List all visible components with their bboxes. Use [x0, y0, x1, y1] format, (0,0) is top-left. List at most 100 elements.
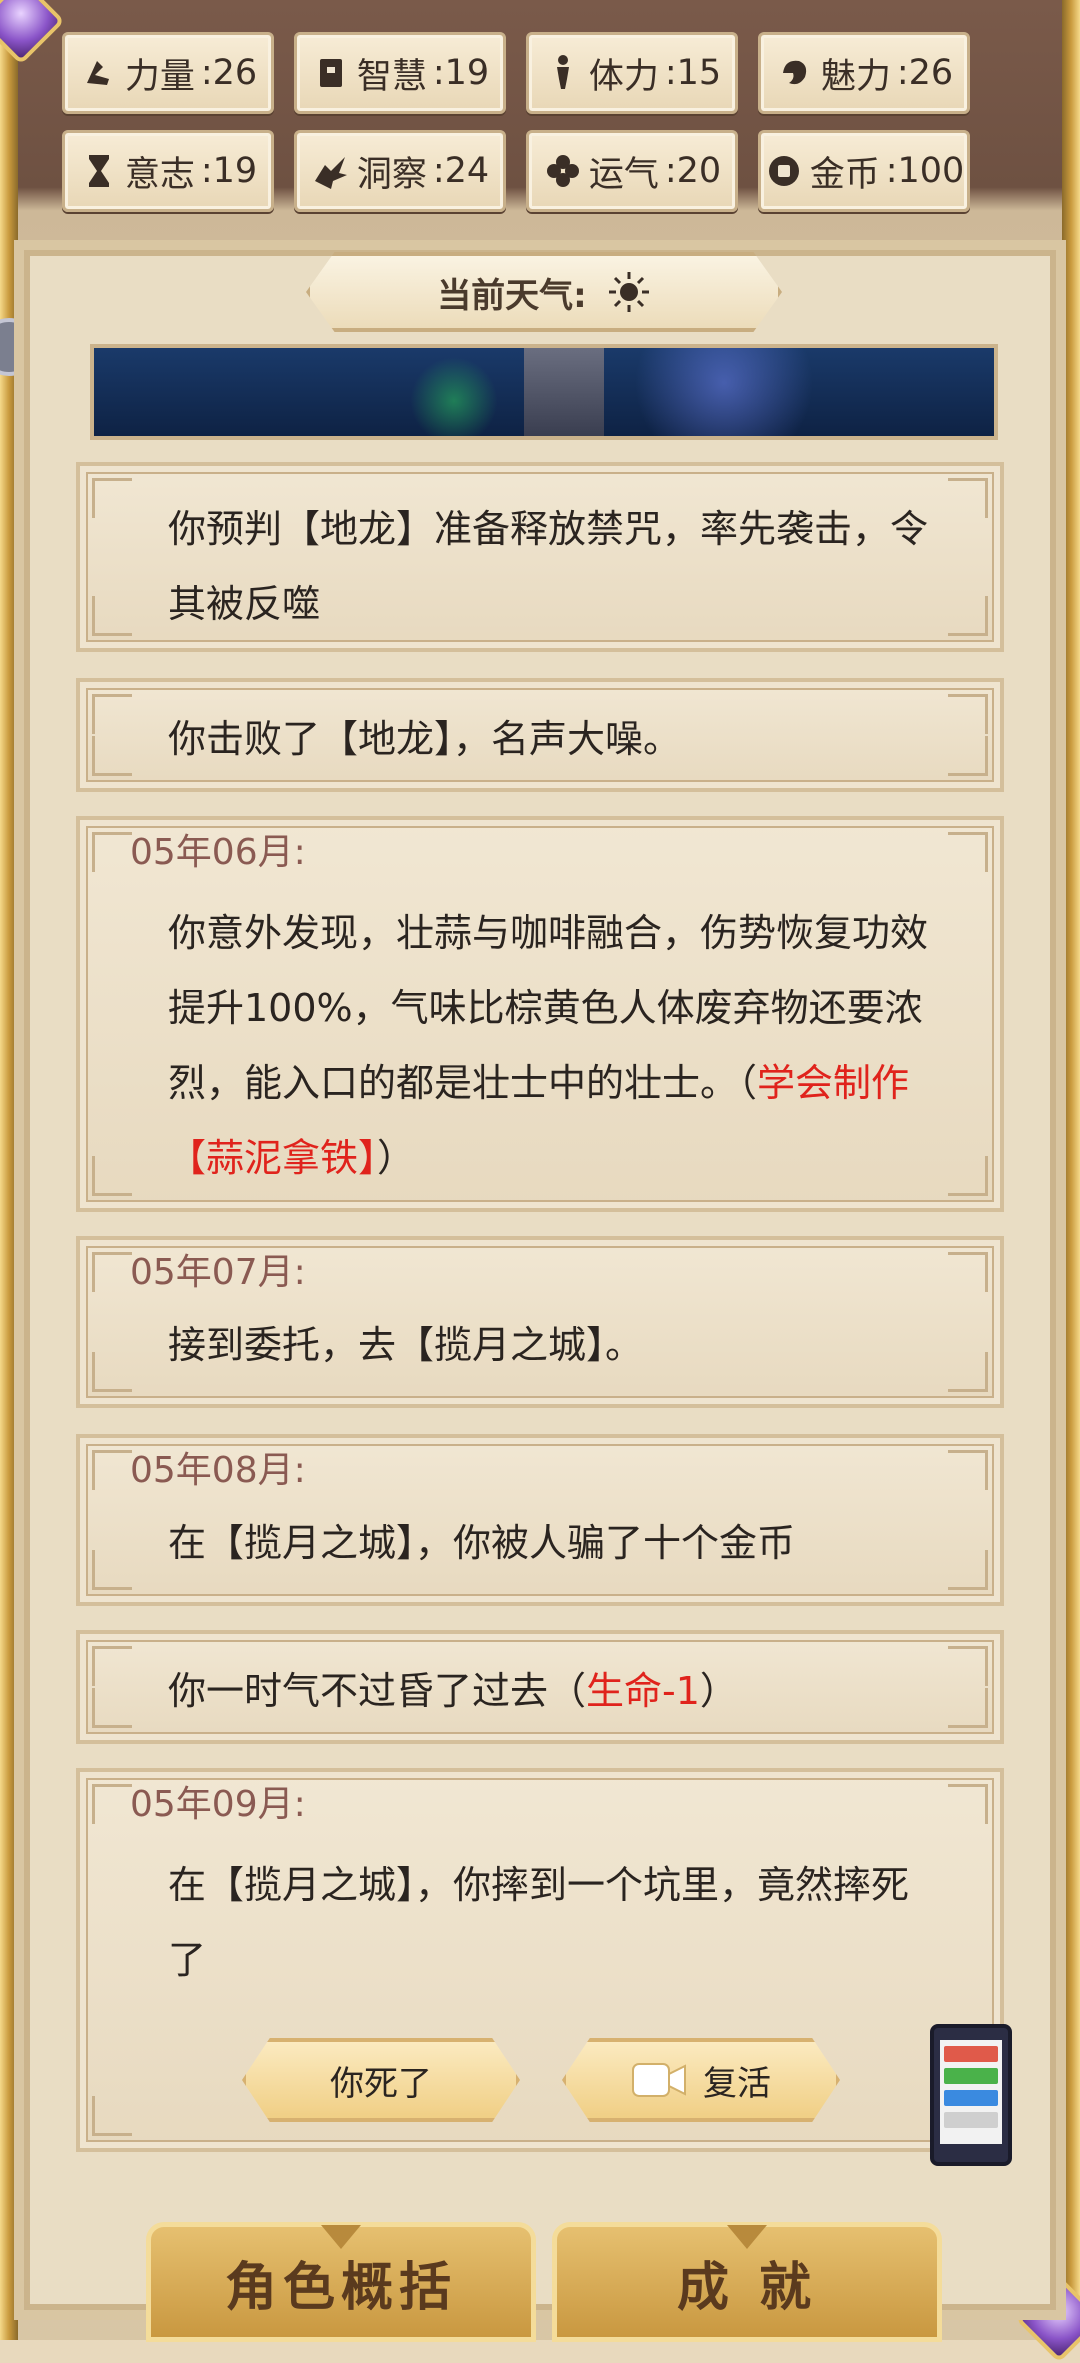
stat-label: 意志: [124, 154, 195, 195]
corner-ornament: [948, 736, 988, 776]
corner-ornament: [948, 1252, 988, 1292]
event-date: 05年08月:: [130, 1450, 306, 1491]
corner-ornament: [948, 478, 988, 518]
stat-label: 魅力: [820, 56, 891, 97]
stat-value: :26: [200, 53, 258, 93]
event-text: 在【揽月之城】，你摔到一个坑里，竟然摔死了: [168, 1863, 910, 1982]
event-text: 你一时气不过昏了过去（生命-1）: [168, 1654, 940, 1729]
tab-achievement[interactable]: 成 就: [552, 2222, 942, 2342]
stat-stamina: 体力:15: [526, 32, 738, 114]
stat-label: 运气: [588, 154, 659, 195]
corner-ornament: [92, 1646, 132, 1686]
event-text: 你预判【地龙】准备释放禁咒，率先袭击，令其被反噬: [168, 507, 929, 626]
eagle-icon: [314, 157, 347, 189]
stat-label: 金币: [809, 154, 880, 195]
corner-ornament: [948, 1156, 988, 1196]
coin-icon: [768, 156, 799, 186]
event-card: 05年09月: 在【揽月之城】，你摔到一个坑里，竟然摔死了: [76, 1768, 1004, 2152]
revive-label: 复活: [703, 2063, 771, 2104]
phone-widget-icon[interactable]: [930, 2024, 1012, 2166]
corner-ornament: [948, 1352, 988, 1392]
corner-ornament: [92, 1550, 132, 1590]
stat-label: 力量: [124, 56, 195, 97]
stat-label: 洞察: [356, 154, 427, 195]
corner-ornament: [92, 832, 132, 872]
corner-ornament: [92, 1156, 132, 1196]
character-figure: [524, 348, 604, 436]
corner-ornament: [948, 1550, 988, 1590]
event-text: 你意外发现，壮蒜与咖啡融合，伤势恢复功效提升100%，气味比棕黄色人体废弃物还要…: [168, 896, 940, 1196]
stat-value: :20: [664, 151, 722, 191]
weather-banner: 当前天气:: [306, 252, 782, 332]
stat-gold: 金币:100: [758, 130, 970, 212]
corner-ornament: [92, 478, 132, 518]
you-died-button[interactable]: 你死了: [242, 2038, 520, 2122]
phone-screen-bar: [944, 2112, 998, 2128]
phone-screen-bar: [944, 2090, 998, 2106]
tab-label: 成 就: [676, 2257, 818, 2318]
corner-ornament: [92, 1352, 132, 1392]
event-text: 你击败了【地龙】，名声大噪。: [168, 717, 682, 761]
event-card: 你击败了【地龙】，名声大噪。: [76, 678, 1004, 792]
stat-value: :19: [200, 151, 258, 191]
stat-strength: 力量:26: [62, 32, 274, 114]
event-text-main: 你一时气不过昏了过去（: [168, 1669, 587, 1713]
clover-icon: [546, 155, 579, 187]
corner-ornament: [92, 736, 132, 776]
scene-image: [90, 344, 998, 440]
event-card: 你一时气不过昏了过去（生命-1）: [76, 1630, 1004, 1744]
event-card: 05年06月: 你意外发现，壮蒜与咖啡融合，伤势恢复功效提升100%，气味比棕黄…: [76, 816, 1004, 1212]
corner-ornament: [948, 1688, 988, 1728]
event-text-after: ）: [377, 1136, 416, 1180]
tab-label: 角色概括: [224, 2257, 457, 2318]
event-card: 05年08月: 在【揽月之城】，你被人骗了十个金币: [76, 1434, 1004, 1606]
event-text: 在【揽月之城】，你被人骗了十个金币: [168, 1521, 796, 1565]
event-text: 接到委托，去【揽月之城】。: [168, 1323, 644, 1367]
stat-value: :19: [432, 53, 490, 93]
phone-screen: [940, 2040, 1002, 2144]
corner-ornament: [92, 1688, 132, 1728]
stats-panel: 力量:26 智慧:19 体力:15 魅力:26 意志:19 洞察:24 运气:2…: [62, 32, 1022, 222]
corner-ornament: [92, 1784, 132, 1824]
stat-will: 意志:19: [62, 130, 274, 212]
stat-value: :100: [885, 151, 965, 191]
corner-ornament: [948, 1646, 988, 1686]
you-died-label: 你死了: [330, 2063, 432, 2104]
charm-icon: [782, 60, 806, 85]
video-icon: [632, 2063, 686, 2097]
stat-charm: 魅力:26: [758, 32, 970, 114]
corner-ornament: [948, 832, 988, 872]
phone-screen-bar: [944, 2068, 998, 2084]
hourglass-icon: [88, 155, 109, 187]
corner-ornament: [948, 694, 988, 734]
stat-value: :15: [664, 53, 722, 93]
corner-ornament: [92, 1252, 132, 1292]
event-text-after: ）: [699, 1669, 738, 1713]
book-icon: [319, 59, 342, 87]
stat-value: :24: [432, 151, 490, 191]
event-date: 05年06月:: [130, 832, 306, 873]
weather-label: 当前天气:: [437, 275, 587, 316]
event-date: 05年09月:: [130, 1784, 306, 1825]
phone-screen-bar: [944, 2046, 998, 2062]
stat-label: 智慧: [356, 56, 427, 97]
corner-ornament: [948, 596, 988, 636]
event-highlight: 生命-1: [586, 1669, 700, 1713]
stat-wisdom: 智慧:19: [294, 32, 506, 114]
corner-ornament: [948, 1784, 988, 1824]
corner-ornament: [948, 1450, 988, 1490]
stat-value: :26: [896, 53, 954, 93]
event-date: 05年07月:: [130, 1252, 306, 1293]
corner-ornament: [92, 1450, 132, 1490]
event-card: 你预判【地龙】准备释放禁咒，率先袭击，令其被反噬: [76, 462, 1004, 652]
person-icon: [556, 55, 569, 89]
corner-ornament: [92, 2096, 132, 2136]
tab-character-summary[interactable]: 角色概括: [146, 2222, 536, 2342]
stat-insight: 洞察:24: [294, 130, 506, 212]
strength-icon: [86, 61, 109, 85]
event-card: 05年07月: 接到委托，去【揽月之城】。: [76, 1236, 1004, 1408]
stat-label: 体力: [588, 56, 659, 97]
corner-ornament: [92, 596, 132, 636]
revive-button[interactable]: 复活: [562, 2038, 840, 2122]
stat-luck: 运气:20: [526, 130, 738, 212]
